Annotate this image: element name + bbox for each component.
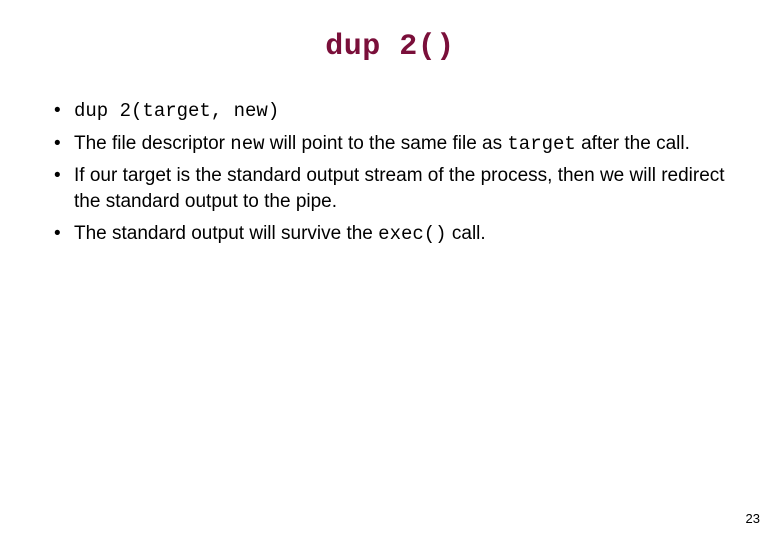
body-text: call. [447,223,486,244]
body-text: If our target is the standard output str… [74,165,725,212]
code-text: new [230,133,264,155]
bullet-item: If our target is the standard output str… [48,163,732,214]
body-text: will point to the same file as [265,133,508,154]
code-text: target [507,133,575,155]
bullet-list: dup 2(target, new) The file descriptor n… [48,98,732,247]
body-text: after the call. [576,133,690,154]
bullet-item: The file descriptor new will point to th… [48,131,732,158]
slide: dup 2() dup 2(target, new) The file desc… [0,0,780,540]
body-text: The standard output will survive the [74,223,378,244]
page-number: 23 [746,511,760,526]
body-text: The file descriptor [74,133,230,154]
slide-title: dup 2() [48,30,732,64]
code-text: dup 2(target, new) [74,100,279,122]
code-text: exec() [378,223,446,245]
bullet-item: The standard output will survive the exe… [48,221,732,248]
bullet-item: dup 2(target, new) [48,98,732,125]
